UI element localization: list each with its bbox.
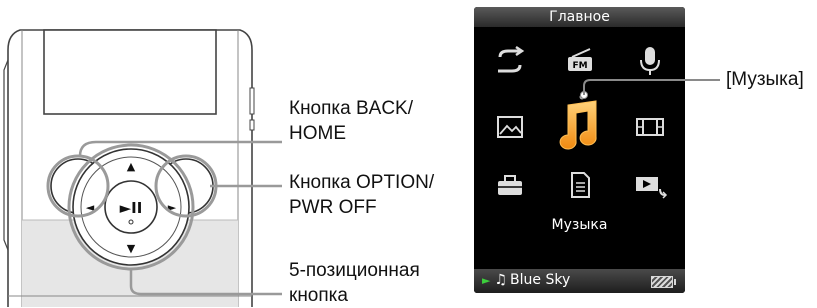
music-callout-line [580, 79, 720, 99]
music-callout-label: [Музыка] [726, 69, 804, 90]
